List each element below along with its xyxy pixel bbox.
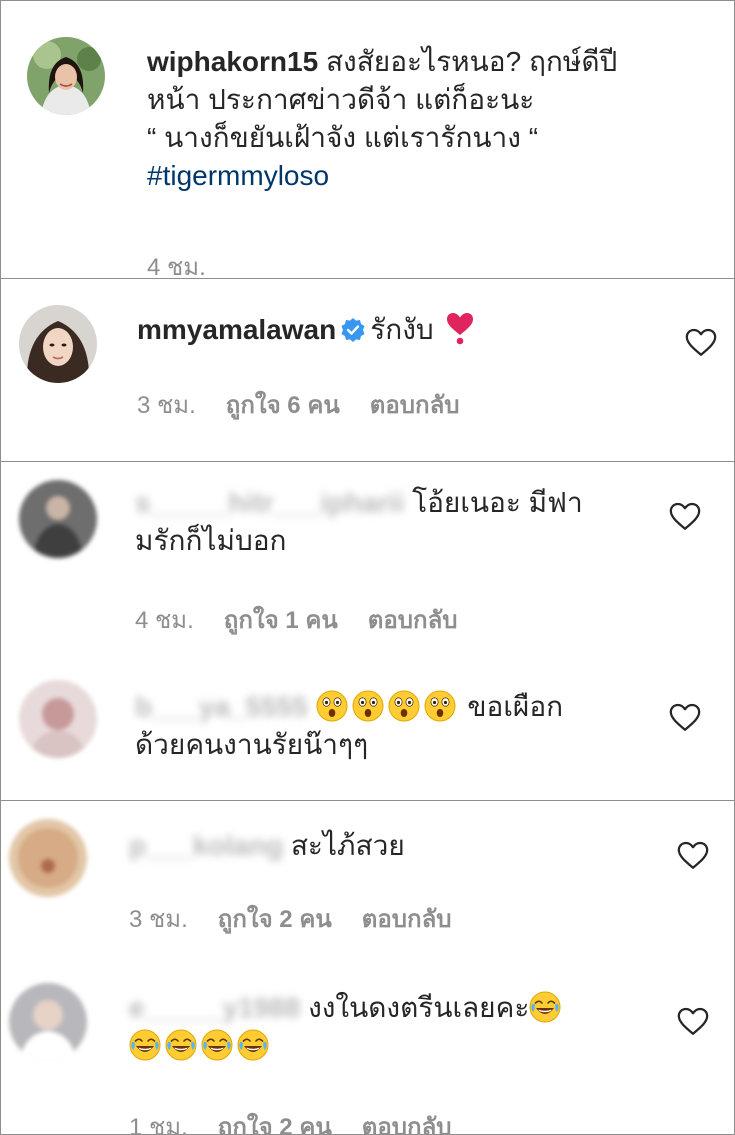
tears-of-joy-emoji-icon xyxy=(201,1029,233,1061)
commenter-avatar[interactable] xyxy=(19,480,97,558)
comment-text: งงในดงตรีนเลยคะ xyxy=(308,992,530,1023)
comment-meta: 1 ชม. ถูกใจ 2 คน ตอบกลับ xyxy=(129,1107,482,1134)
astonished-face-emoji-icon xyxy=(424,690,456,722)
comment-likes[interactable]: ถูกใจ 2 คน xyxy=(218,1114,332,1134)
comment-text: สะไภ้สวย xyxy=(290,830,405,861)
tears-of-joy-emoji-icon xyxy=(165,1029,197,1061)
comment-body: s_____hitr___ipharii โอ้ยเนอะ มีฟา มรักก… xyxy=(135,484,635,560)
heart-exclamation-emoji-icon xyxy=(447,313,474,345)
reply-button[interactable]: ตอบกลับ xyxy=(362,1114,452,1134)
tears-of-joy-emoji-icon xyxy=(529,991,561,1023)
post-caption: wiphakorn15 สงสัยอะไรหนอ? ฤกษ์ดีปี หน้า … xyxy=(147,43,707,195)
comment-panel-3: p___kolang สะไภ้สวย 3 ชม. ถูกใจ 2 คน ตอบกล… xyxy=(0,800,735,1135)
comment-likes[interactable]: ถูกใจ 6 คน xyxy=(226,392,340,419)
comment-time[interactable]: 1 ชม. xyxy=(129,1114,188,1134)
tears-of-joy-emoji-icon xyxy=(237,1029,269,1061)
comment-body: p___kolang สะไภ้สวย xyxy=(129,827,405,865)
poster-username[interactable]: wiphakorn15 xyxy=(147,46,318,77)
like-heart-icon[interactable] xyxy=(684,325,718,359)
hashtag-link[interactable]: #tigermmyloso xyxy=(147,160,329,191)
caption-line-3: “ นางก็ขยันเฝ้าจัง แต่เรารักนาง “ xyxy=(147,122,539,153)
comment-username[interactable]: mmyamalawan xyxy=(137,314,336,345)
comment-body: b___ya_5555 ขอเผือก ด้วยคนงานรัยน๊าๆๆ xyxy=(135,688,655,764)
caption-line-1: สงสัยอะไรหนอ? ฤกษ์ดีปี xyxy=(318,46,618,77)
like-heart-icon[interactable] xyxy=(668,700,702,734)
comment-username[interactable]: p___kolang xyxy=(129,830,283,861)
comment-panel-1: mmyamalawan รักงับ 3 ชม. ถูกใจ 6 คน ตอบกลับ xyxy=(0,278,735,462)
astonished-face-emoji-icon xyxy=(316,690,348,722)
comment-likes[interactable]: ถูกใจ 1 คน xyxy=(224,607,338,634)
comment-meta: 3 ชม. ถูกใจ 6 คน ตอบกลับ xyxy=(137,385,490,424)
post-meta: 4 ชม. xyxy=(147,247,236,278)
commenter-avatar[interactable] xyxy=(19,305,97,383)
post-caption-panel: wiphakorn15 สงสัยอะไรหนอ? ฤกษ์ดีปี หน้า … xyxy=(0,0,735,279)
comment-likes[interactable]: ถูกใจ 2 คน xyxy=(218,906,332,933)
comment-username[interactable]: s_____hitr___ipharii xyxy=(135,487,404,518)
reply-button[interactable]: ตอบกลับ xyxy=(368,607,458,634)
reply-button[interactable]: ตอบกลับ xyxy=(370,392,460,419)
comment-text-line-2: มรักก็ไม่บอก xyxy=(135,525,287,556)
post-time[interactable]: 4 ชม. xyxy=(147,254,206,278)
poster-avatar[interactable] xyxy=(27,37,105,115)
tears-of-joy-emoji-icon xyxy=(129,1029,161,1061)
comment-text-line-1: โอ้ยเนอะ มีฟา xyxy=(412,487,583,518)
comment-body: mmyamalawan รักงับ xyxy=(137,311,475,349)
comment-time[interactable]: 4 ชม. xyxy=(135,607,194,634)
astonished-face-emoji-icon xyxy=(388,690,420,722)
like-heart-icon[interactable] xyxy=(668,499,702,533)
comment-body: e_____y1988 งงในดงตรีนเลยคะ xyxy=(129,989,649,1065)
astonished-face-emoji-icon xyxy=(352,690,384,722)
caption-line-2: หน้า ประกาศข่าวดีจ้า แต่ก็อะนะ xyxy=(147,84,535,115)
verified-badge-icon xyxy=(341,318,365,342)
like-heart-icon[interactable] xyxy=(676,1004,710,1038)
comment-username[interactable]: e_____y1988 xyxy=(129,992,300,1023)
comment-time[interactable]: 3 ชม. xyxy=(137,392,196,419)
comment-text-line-2: ด้วยคนงานรัยน๊าๆๆ xyxy=(135,729,369,760)
comment-meta: 4 ชม. ถูกใจ 1 คน ตอบกลับ xyxy=(135,600,488,639)
comment-time[interactable]: 3 ชม. xyxy=(129,906,188,933)
commenter-avatar[interactable] xyxy=(9,819,87,897)
comment-text: รักงับ xyxy=(370,314,434,345)
reply-button[interactable]: ตอบกลับ xyxy=(362,906,452,933)
commenter-avatar[interactable] xyxy=(19,680,97,758)
comment-meta: 3 ชม. ถูกใจ 2 คน ตอบกลับ xyxy=(129,899,482,938)
comment-username[interactable]: b___ya_5555 xyxy=(135,691,308,722)
like-heart-icon[interactable] xyxy=(676,838,710,872)
commenter-avatar[interactable] xyxy=(9,983,87,1061)
comment-panel-2: s_____hitr___ipharii โอ้ยเนอะ มีฟา มรักก… xyxy=(0,461,735,801)
comment-text-line-1: ขอเผือก xyxy=(467,691,564,722)
